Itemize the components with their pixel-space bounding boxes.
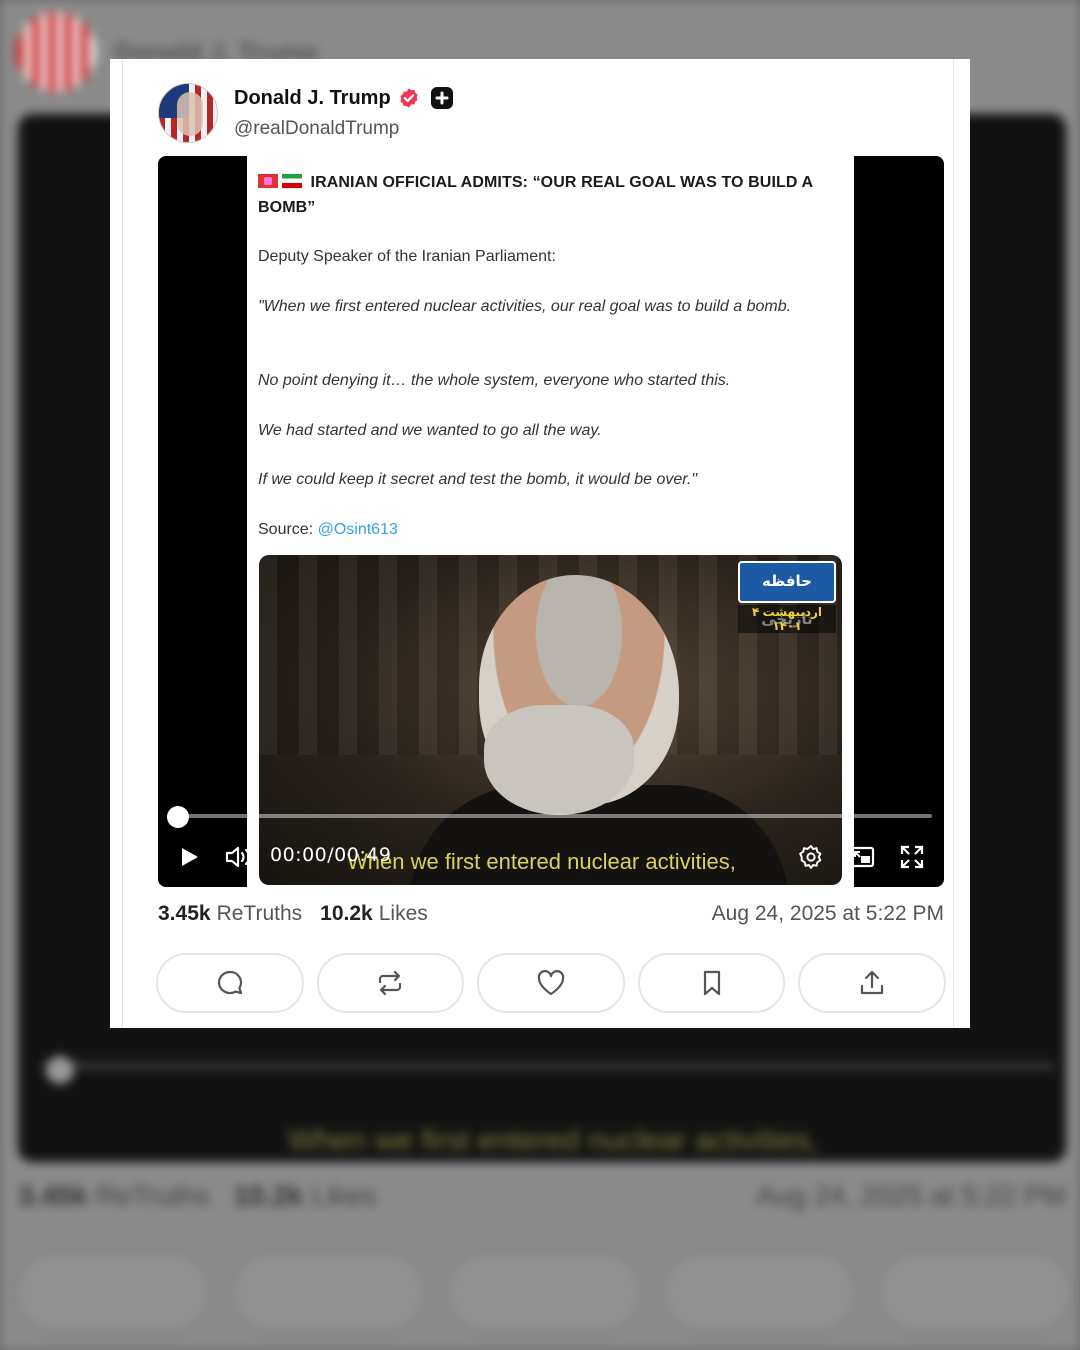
avatar[interactable]	[158, 83, 218, 143]
embedded-title-text: IRANIAN OFFICIAL ADMITS: “OUR REAL GOAL …	[258, 174, 813, 216]
bookmark-icon	[703, 970, 720, 996]
bg-button	[660, 1250, 859, 1334]
verified-badge-icon	[400, 88, 418, 108]
video-player[interactable]: IRANIAN OFFICIAL ADMITS: “OUR REAL GOAL …	[158, 156, 944, 887]
retruths-stat[interactable]: 3.45k ReTruths	[158, 902, 302, 926]
video-subtitle: When we first entered nuclear activities…	[347, 849, 736, 874]
settings-button[interactable]	[796, 842, 826, 872]
action-bar	[156, 953, 946, 1013]
share-icon	[861, 970, 884, 995]
current-time: 00:00	[270, 844, 328, 866]
bg-video-subtitle: When we first entered nuclear activities…	[288, 1124, 819, 1157]
fullscreen-button[interactable]	[897, 842, 927, 872]
pip-button[interactable]	[847, 842, 877, 872]
bg-avatar	[16, 12, 96, 92]
embedded-source: Source: @Osint613	[258, 517, 838, 542]
bg-video-knob	[46, 1056, 74, 1084]
author-handle[interactable]: @realDonaldTrump	[234, 118, 453, 140]
avatar-face	[177, 92, 203, 136]
post-timestamp[interactable]: Aug 24, 2025 at 5:22 PM	[712, 902, 944, 926]
retruths-label: ReTruths	[216, 902, 303, 925]
reply-icon	[217, 970, 242, 995]
retruths-count: 3.45k	[158, 902, 211, 925]
post-stats: 3.45k ReTruths 10.2k Likes Aug 24, 2025 at…	[158, 902, 944, 926]
embedded-quote-3: We had started and we wanted to go all t…	[258, 422, 602, 439]
embedded-post-screenshot: IRANIAN OFFICIAL ADMITS: “OUR REAL GOAL …	[247, 156, 854, 887]
play-button[interactable]	[174, 842, 204, 872]
embedded-intro: Deputy Speaker of the Iranian Parliament…	[258, 248, 556, 265]
time-display: 00:00/00:49	[270, 844, 391, 866]
channel-date: ۴ اردیبهشت ۱۴۰۱	[738, 605, 836, 633]
likes-label: Likes	[378, 902, 428, 925]
embedded-post-title: IRANIAN OFFICIAL ADMITS: “OUR REAL GOAL …	[258, 170, 848, 220]
bg-stats-left: 3.45k ReTruths 10.2k Likes	[18, 1180, 377, 1211]
embedded-quote-1: "When we first entered nuclear activitie…	[258, 298, 792, 315]
embedded-quote-2: No point denying it… the whole system, e…	[258, 372, 731, 389]
reply-button[interactable]	[156, 953, 304, 1013]
like-icon	[537, 970, 565, 996]
retruth-icon	[379, 970, 402, 996]
pip-icon	[849, 846, 875, 868]
likes-count: 10.2k	[320, 902, 373, 925]
seek-bar[interactable]	[176, 814, 932, 818]
volume-icon	[225, 846, 251, 868]
bg-button	[229, 1250, 428, 1334]
bg-button	[445, 1250, 643, 1334]
bg-button	[14, 1250, 212, 1334]
source-link: @Osint613	[317, 521, 398, 538]
iran-flag-icon	[282, 174, 302, 188]
duration: 00:49	[334, 844, 392, 866]
embedded-quote-4: If we could keep it secret and test the …	[258, 471, 698, 488]
bg-action-buttons	[14, 1250, 1074, 1334]
retruth-button[interactable]	[316, 953, 465, 1013]
truth-plus-icon	[430, 87, 453, 109]
likes-stat[interactable]: 10.2k Likes	[320, 902, 428, 926]
embedded-video-frame: حافظه تاریخی ۴ اردیبهشت ۱۴۰۱ When we fir…	[259, 555, 842, 885]
bookmark-button[interactable]	[637, 953, 786, 1013]
post-card-inner: Donald J. Trump @realDonaldTrump IRANIAN…	[122, 59, 954, 1028]
volume-button[interactable]	[224, 842, 254, 872]
like-button[interactable]	[477, 953, 625, 1013]
fullscreen-icon	[900, 845, 924, 869]
bg-timestamp: Aug 24, 2025 at 5:22 PM	[756, 1180, 1066, 1211]
author-text: Donald J. Trump @realDonaldTrump	[234, 87, 453, 140]
author-name[interactable]: Donald J. Trump	[234, 87, 391, 110]
play-icon	[182, 848, 198, 866]
seek-handle[interactable]	[167, 806, 189, 828]
bg-video-track	[44, 1064, 1054, 1068]
settings-icon	[799, 845, 822, 869]
bg-button	[876, 1250, 1074, 1334]
share-button[interactable]	[798, 953, 946, 1013]
flag-icon	[258, 174, 278, 188]
speaker-beard	[484, 705, 634, 815]
post-card: Donald J. Trump @realDonaldTrump IRANIAN…	[110, 59, 970, 1028]
source-label: Source:	[258, 521, 314, 538]
name-row: Donald J. Trump	[234, 87, 453, 110]
bg-stats: 3.45k ReTruths 10.2k Likes Aug 24, 2025 …	[18, 1180, 1066, 1212]
author-header[interactable]: Donald J. Trump @realDonaldTrump	[158, 83, 453, 143]
channel-logo: حافظه تاریخی	[738, 561, 836, 628]
